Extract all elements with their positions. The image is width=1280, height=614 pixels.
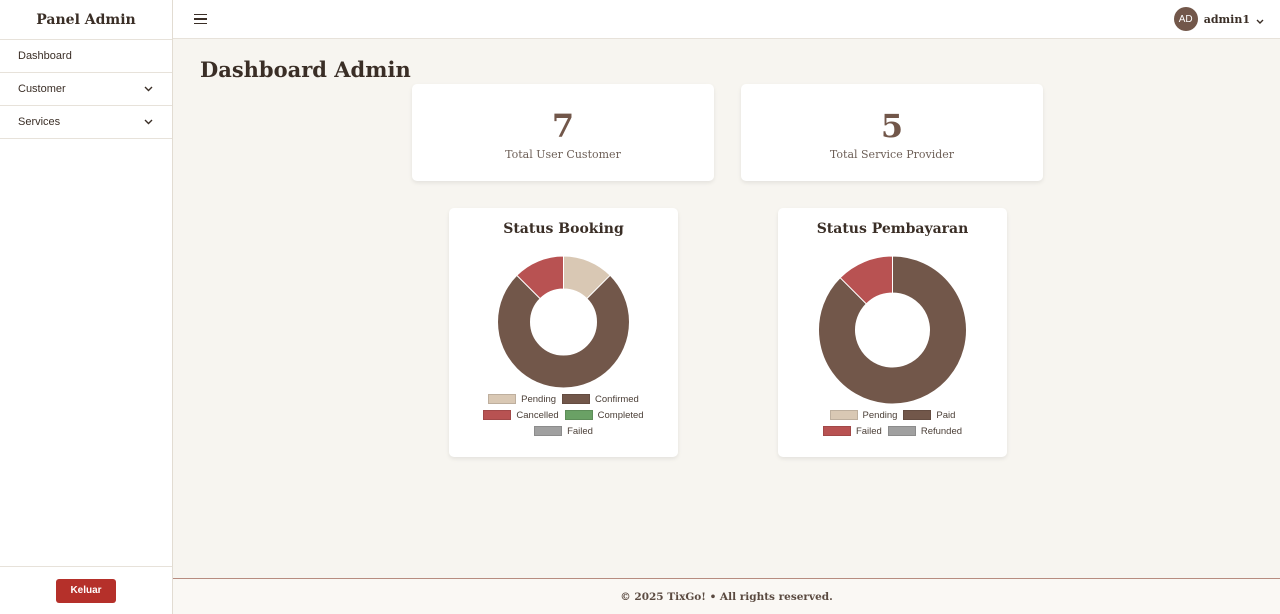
chart-legend: Pending Paid Failed Refunded <box>778 409 1007 437</box>
topbar: AD admin1 <box>173 0 1280 39</box>
legend-item[interactable]: Failed <box>534 425 593 437</box>
stat-value: 7 <box>551 107 575 145</box>
legend-label: Cancelled <box>516 409 559 421</box>
payment-donut-chart <box>818 255 967 405</box>
legend-item[interactable]: Confirmed <box>562 393 639 405</box>
legend-swatch <box>562 394 591 404</box>
chevron-down-icon <box>142 83 154 95</box>
legend-swatch <box>903 410 932 420</box>
legend-item[interactable]: Pending <box>488 393 556 405</box>
legend-item[interactable]: Refunded <box>887 425 963 437</box>
legend-item[interactable]: Paid <box>903 409 955 421</box>
donut-slice-confirmed[interactable] <box>497 274 630 389</box>
legend-swatch <box>534 426 563 436</box>
sidebar-item-dashboard[interactable]: Dashboard <box>0 40 172 73</box>
legend-swatch <box>887 426 916 436</box>
legend-label: Refunded <box>920 425 963 437</box>
chevron-down-icon <box>1256 10 1264 29</box>
legend-label: Failed <box>855 425 882 437</box>
chart-card-booking: Status Booking Pending Confirmed Cancell… <box>449 208 678 457</box>
chart-title: Status Pembayaran <box>816 221 969 237</box>
sidebar-item-label: Services <box>18 116 61 128</box>
chart-title: Status Booking <box>503 221 624 237</box>
page-title: Dashboard Admin <box>200 57 411 82</box>
legend-item[interactable]: Cancelled <box>483 409 559 421</box>
sidebar-brand: Panel Admin <box>0 0 172 40</box>
stat-card-providers: 5 Total Service Provider <box>741 84 1043 181</box>
sidebar-item-label: Customer <box>18 83 66 95</box>
chart-card-payment: Status Pembayaran Pending Paid Failed Re… <box>778 208 1007 457</box>
logout-button[interactable]: Keluar <box>56 578 116 603</box>
booking-donut-chart <box>497 255 630 389</box>
legend-item[interactable]: Completed <box>564 409 644 421</box>
stat-label: Total Service Provider <box>829 148 955 161</box>
legend-label: Pending <box>862 409 898 421</box>
logout-area: Keluar <box>0 566 172 614</box>
sidebar-item-customer[interactable]: Customer <box>0 73 172 106</box>
hamburger-icon[interactable] <box>194 10 208 28</box>
legend-swatch <box>829 410 858 420</box>
stat-value: 5 <box>880 107 904 145</box>
legend-swatch <box>564 410 593 420</box>
legend-item[interactable]: Pending <box>829 409 898 421</box>
sidebar: Panel Admin Dashboard Customer Services … <box>0 0 173 614</box>
legend-label: Paid <box>936 409 956 421</box>
chevron-down-icon <box>142 116 154 128</box>
legend-swatch <box>822 426 851 436</box>
legend-label: Confirmed <box>595 393 639 405</box>
user-menu[interactable]: AD admin1 <box>1173 7 1264 31</box>
stat-label: Total User Customer <box>505 148 621 161</box>
legend-swatch <box>488 394 517 404</box>
sidebar-item-label: Dashboard <box>18 50 72 62</box>
username: admin1 <box>1203 12 1250 26</box>
legend-item[interactable]: Failed <box>822 425 882 437</box>
legend-label: Failed <box>567 425 593 437</box>
avatar: AD <box>1173 7 1198 31</box>
stat-card-customers: 7 Total User Customer <box>412 84 714 181</box>
legend-label: Pending <box>521 393 557 405</box>
legend-swatch <box>483 410 512 420</box>
footer: © 2025 TixGo! • All rights reserved. <box>173 578 1280 614</box>
chart-legend: Pending Confirmed Cancelled Completed Fa… <box>449 393 678 437</box>
sidebar-item-services[interactable]: Services <box>0 106 172 139</box>
legend-label: Completed <box>597 409 644 421</box>
